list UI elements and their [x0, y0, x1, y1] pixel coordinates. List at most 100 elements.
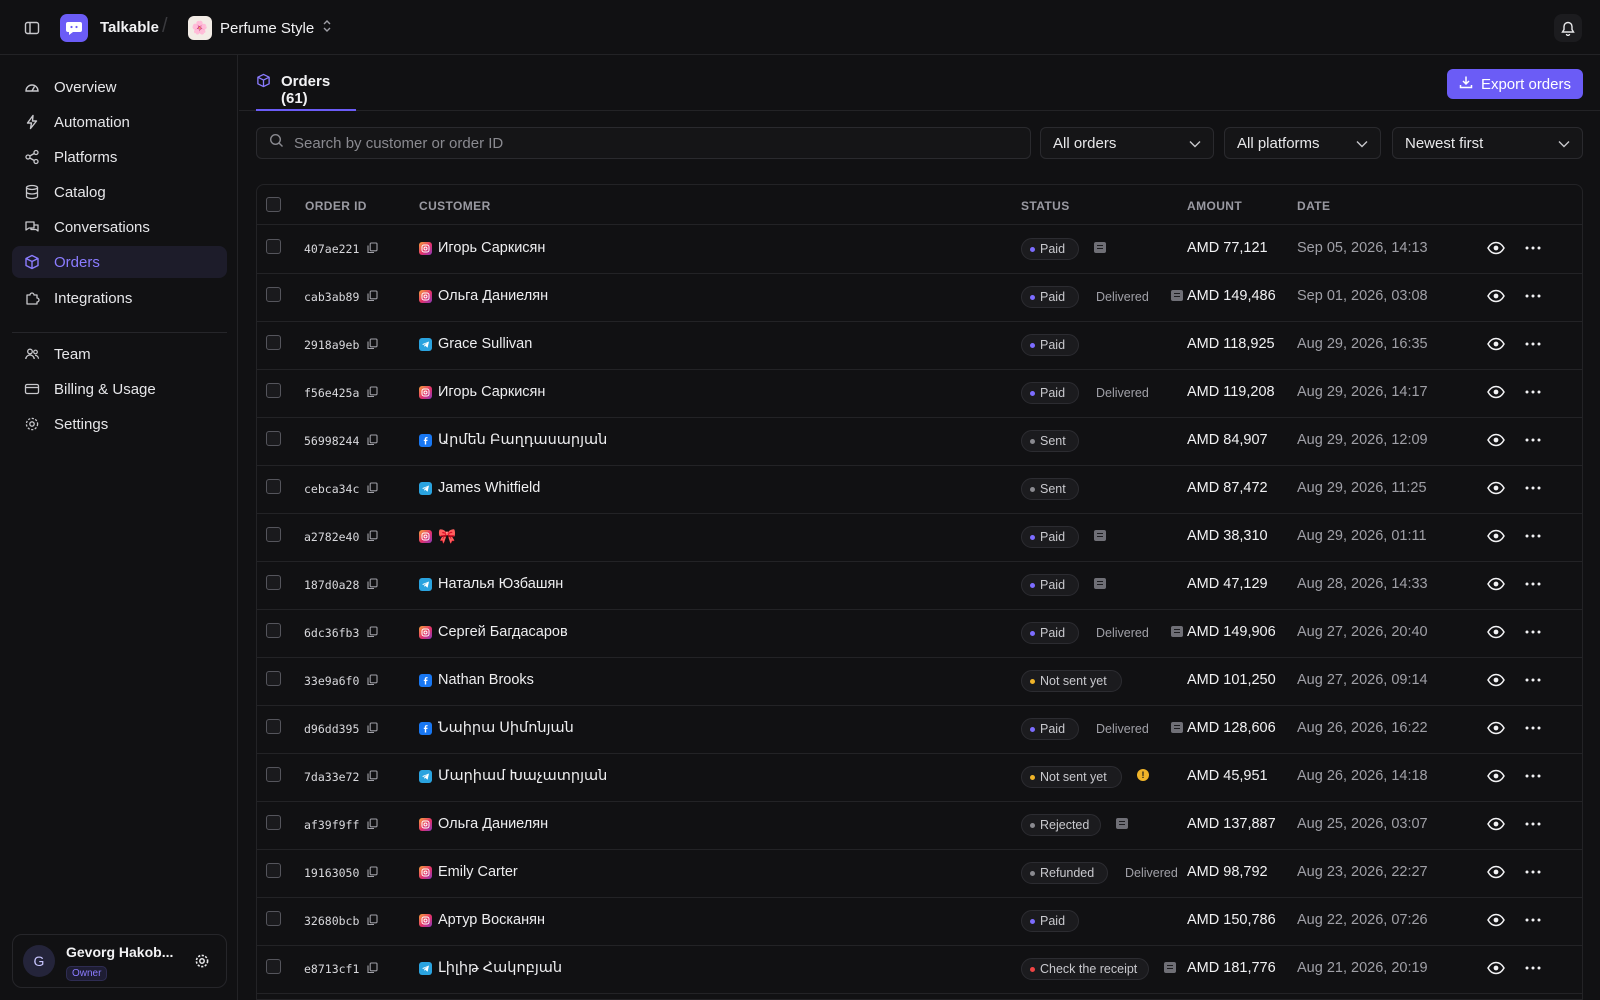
row-checkbox[interactable] — [266, 671, 281, 686]
note-icon[interactable] — [1171, 626, 1183, 637]
status-filter-select[interactable]: All orders — [1040, 127, 1214, 159]
copy-icon[interactable] — [367, 769, 379, 783]
more-actions-icon[interactable] — [1524, 721, 1542, 737]
customer-name[interactable]: Игорь Саркисян — [438, 384, 545, 400]
customer-name[interactable]: Сергей Багдасаров — [438, 624, 568, 640]
column-header-customer[interactable]: CUSTOMER — [419, 199, 491, 213]
more-actions-icon[interactable] — [1524, 481, 1542, 497]
sort-select[interactable]: Newest first — [1392, 127, 1583, 159]
view-eye-icon[interactable] — [1487, 625, 1505, 641]
table-row[interactable]: 2918a9eb Grace Sullivan Paid AMD 118,925 Aug… — [257, 321, 1582, 370]
view-eye-icon[interactable] — [1487, 865, 1505, 881]
customer-name[interactable]: Ольга Даниелян — [438, 288, 548, 304]
copy-icon[interactable] — [367, 529, 379, 543]
customer-name[interactable]: 🎀 — [438, 528, 456, 545]
view-eye-icon[interactable] — [1487, 481, 1505, 497]
column-header-amount[interactable]: AMOUNT — [1187, 199, 1242, 213]
copy-icon[interactable] — [367, 337, 379, 351]
row-checkbox[interactable] — [266, 527, 281, 542]
table-row[interactable]: cab3ab89 Ольга Даниелян Paid Delivered AMD 1… — [257, 273, 1582, 322]
table-row[interactable]: 7da33e72 Մարիամ Խաչատրյան Not sent yet! AMD… — [257, 753, 1582, 802]
view-eye-icon[interactable] — [1487, 289, 1505, 305]
row-checkbox[interactable] — [266, 383, 281, 398]
note-icon[interactable] — [1116, 818, 1128, 829]
column-header-date[interactable]: DATE — [1297, 199, 1330, 213]
copy-icon[interactable] — [367, 481, 379, 495]
table-row[interactable]: 56998244 Արմեն Բաղդասարյան Sent AMD 84,907 A… — [257, 417, 1582, 466]
search-input[interactable] — [294, 134, 994, 152]
sidebar-item-platforms[interactable]: Platforms — [12, 141, 227, 173]
sidebar-toggle-icon[interactable] — [22, 18, 42, 38]
more-actions-icon[interactable] — [1524, 769, 1542, 785]
sidebar-item-automation[interactable]: Automation — [12, 106, 227, 138]
view-eye-icon[interactable] — [1487, 433, 1505, 449]
customer-name[interactable]: Ольга Даниелян — [438, 816, 548, 832]
notifications-bell-icon[interactable] — [1554, 14, 1582, 42]
table-row[interactable]: e8713cf1 Լիլիթ Հակոբյան Check the receipt A… — [257, 945, 1582, 994]
note-icon[interactable] — [1164, 962, 1176, 973]
sidebar-item-billing[interactable]: Billing & Usage — [12, 373, 227, 405]
copy-icon[interactable] — [367, 865, 379, 879]
more-actions-icon[interactable] — [1524, 433, 1542, 449]
table-row[interactable]: cebca34c James Whitfield Sent AMD 87,472 Aug… — [257, 465, 1582, 514]
table-row[interactable]: 19163050 Emily Carter Refunded Delivered AMD… — [257, 849, 1582, 898]
row-checkbox[interactable] — [266, 959, 281, 974]
customer-name[interactable]: Emily Carter — [438, 864, 518, 880]
more-actions-icon[interactable] — [1524, 865, 1542, 881]
sidebar-item-catalog[interactable]: Catalog — [12, 176, 227, 208]
customer-name[interactable]: Артур Восканян — [438, 912, 545, 928]
more-actions-icon[interactable] — [1524, 913, 1542, 929]
table-row[interactable]: 6dc36fb3 Сергей Багдасаров Paid Delivered AM… — [257, 609, 1582, 658]
note-icon[interactable] — [1094, 530, 1106, 541]
sidebar-item-conversations[interactable]: Conversations — [12, 211, 227, 243]
more-actions-icon[interactable] — [1524, 529, 1542, 545]
row-checkbox[interactable] — [266, 335, 281, 350]
copy-icon[interactable] — [367, 961, 379, 975]
copy-icon[interactable] — [367, 241, 379, 255]
copy-icon[interactable] — [367, 433, 379, 447]
row-checkbox[interactable] — [266, 911, 281, 926]
more-actions-icon[interactable] — [1524, 385, 1542, 401]
customer-name[interactable]: Nathan Brooks — [438, 672, 534, 688]
row-checkbox[interactable] — [266, 287, 281, 302]
row-checkbox[interactable] — [266, 239, 281, 254]
more-actions-icon[interactable] — [1524, 817, 1542, 833]
view-eye-icon[interactable] — [1487, 913, 1505, 929]
view-eye-icon[interactable] — [1487, 529, 1505, 545]
copy-icon[interactable] — [367, 817, 379, 831]
customer-name[interactable]: Игорь Саркисян — [438, 240, 545, 256]
customer-name[interactable]: Наталья Юзбашян — [438, 576, 563, 592]
more-actions-icon[interactable] — [1524, 241, 1542, 257]
customer-name[interactable]: Մարիամ Խաչատրյան — [438, 768, 607, 784]
view-eye-icon[interactable] — [1487, 721, 1505, 737]
sidebar-item-overview[interactable]: Overview — [12, 71, 227, 103]
view-eye-icon[interactable] — [1487, 673, 1505, 689]
search-box[interactable] — [256, 127, 1031, 159]
view-eye-icon[interactable] — [1487, 769, 1505, 785]
table-row[interactable]: af39f9ff Ольга Даниелян Rejected AMD 137,88… — [257, 801, 1582, 850]
row-checkbox[interactable] — [266, 575, 281, 590]
customer-name[interactable]: Արմեն Բաղդասարյան — [438, 432, 607, 448]
copy-icon[interactable] — [367, 577, 379, 591]
more-actions-icon[interactable] — [1524, 961, 1542, 977]
view-eye-icon[interactable] — [1487, 385, 1505, 401]
customer-name[interactable]: Grace Sullivan — [438, 336, 532, 352]
row-checkbox[interactable] — [266, 719, 281, 734]
row-checkbox[interactable] — [266, 767, 281, 782]
customer-name[interactable]: Նաիրա Սիմոնյան — [438, 720, 574, 736]
table-row[interactable]: 32680bcb Артур Восканян Paid AMD 150,786 Aug… — [257, 897, 1582, 946]
column-header-status[interactable]: STATUS — [1021, 199, 1070, 213]
view-eye-icon[interactable] — [1487, 337, 1505, 353]
copy-icon[interactable] — [367, 289, 379, 303]
view-eye-icon[interactable] — [1487, 577, 1505, 593]
table-row[interactable]: 187d0a28 Наталья Юзбашян Paid AMD 47,129 Aug… — [257, 561, 1582, 610]
row-checkbox[interactable] — [266, 479, 281, 494]
sidebar-item-integrations[interactable]: Integrations — [12, 282, 227, 314]
user-card[interactable]: G Gevorg Hakob... Owner — [12, 934, 227, 988]
more-actions-icon[interactable] — [1524, 289, 1542, 305]
sidebar-item-orders[interactable]: Orders — [12, 246, 227, 278]
more-actions-icon[interactable] — [1524, 337, 1542, 353]
view-eye-icon[interactable] — [1487, 241, 1505, 257]
warning-icon[interactable]: ! — [1137, 769, 1149, 781]
app-logo[interactable] — [60, 14, 88, 42]
